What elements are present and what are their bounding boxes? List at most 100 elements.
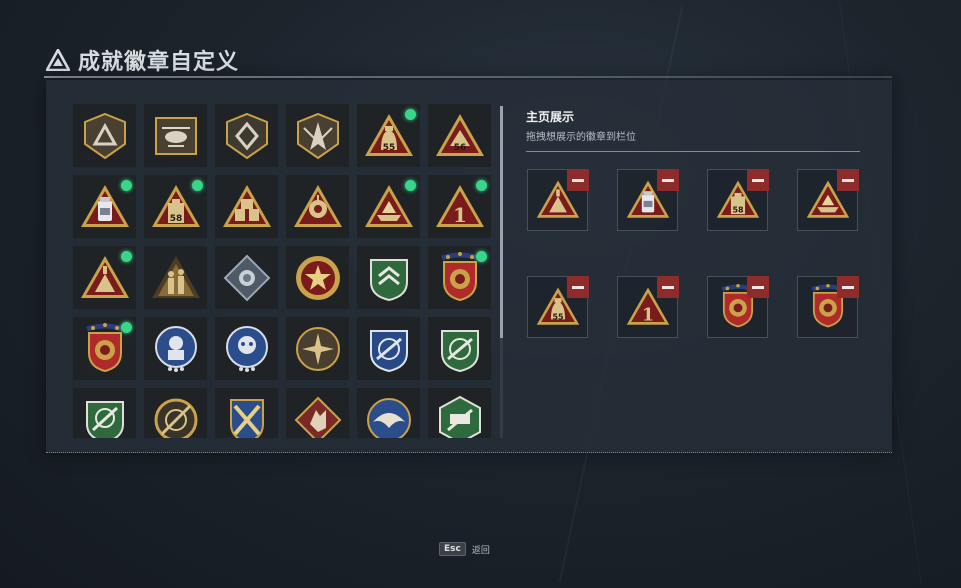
minus-icon xyxy=(572,178,584,182)
minus-icon xyxy=(752,285,764,289)
badge-cell[interactable] xyxy=(357,175,420,238)
shield-triangle-emblem-icon xyxy=(83,112,126,159)
red-wolf-diamond-icon xyxy=(294,396,341,438)
minus-icon xyxy=(842,285,854,289)
new-indicator-dot xyxy=(121,322,132,333)
shield-wings-emblem-icon xyxy=(296,112,339,159)
badge-customize-panel: 55 56 58 1 主页展示 拖拽想展示的徽章到栏位 58 55 1 xyxy=(46,80,892,453)
svg-text:1: 1 xyxy=(641,304,653,325)
remove-badge-button[interactable] xyxy=(657,169,679,191)
badge-grid-scrollbar[interactable] xyxy=(500,106,503,438)
showcase-slot[interactable] xyxy=(617,169,679,231)
svg-text:58: 58 xyxy=(169,214,182,224)
blue-eagle-round-icon xyxy=(366,397,411,438)
showcase-slot[interactable]: 58 xyxy=(707,169,769,231)
badge-cell[interactable] xyxy=(144,246,207,309)
triangle-flower-icon xyxy=(293,184,342,227)
badge-cell[interactable] xyxy=(428,317,491,380)
minus-icon xyxy=(572,285,584,289)
title-divider xyxy=(44,76,892,78)
remove-badge-button[interactable] xyxy=(837,169,859,191)
showcase-slot[interactable] xyxy=(707,276,769,338)
new-indicator-dot xyxy=(121,251,132,262)
svg-text:55: 55 xyxy=(552,312,563,321)
page-title: 成就徽章自定义 xyxy=(78,50,240,75)
green-arrow-shield-icon xyxy=(440,329,479,372)
round-blue-skull-icon xyxy=(225,325,268,372)
remove-badge-button[interactable] xyxy=(657,276,679,298)
badge-cell[interactable] xyxy=(73,175,136,238)
badge-cell[interactable]: 1 xyxy=(428,175,491,238)
badge-cell[interactable] xyxy=(144,104,207,167)
new-indicator-dot xyxy=(476,180,487,191)
badge-cell[interactable] xyxy=(144,388,207,438)
remove-badge-button[interactable] xyxy=(837,276,859,298)
showcase-slot[interactable] xyxy=(527,169,589,231)
gold-cross-shield-icon xyxy=(229,398,264,438)
green-hex-soldier-icon xyxy=(438,395,481,438)
shield-helicopter-emblem-icon xyxy=(154,116,197,155)
new-indicator-dot xyxy=(192,180,203,191)
remove-badge-button[interactable] xyxy=(567,169,589,191)
remove-badge-button[interactable] xyxy=(567,276,589,298)
badge-cell[interactable] xyxy=(286,104,349,167)
badge-cell[interactable] xyxy=(73,317,136,380)
showcase-slot[interactable]: 55 xyxy=(527,276,589,338)
badge-cell[interactable] xyxy=(357,246,420,309)
round-star-medal-icon xyxy=(295,255,340,300)
badge-cell[interactable] xyxy=(215,246,278,309)
round-blue-soldier-icon xyxy=(154,325,197,372)
badge-cell[interactable] xyxy=(73,104,136,167)
shield-diamond-emblem-icon xyxy=(225,112,268,159)
badge-cell[interactable] xyxy=(428,388,491,438)
green-scope-shield-icon xyxy=(85,400,124,438)
badge-cell[interactable] xyxy=(357,317,420,380)
triangle-56-icon: 56 xyxy=(435,113,484,156)
round-sun-burst-icon xyxy=(295,326,340,371)
badge-cell[interactable] xyxy=(428,246,491,309)
minus-icon xyxy=(662,178,674,182)
badge-cell[interactable] xyxy=(73,388,136,438)
badge-cell[interactable] xyxy=(215,388,278,438)
badge-cell[interactable] xyxy=(286,317,349,380)
badge-cell[interactable] xyxy=(73,246,136,309)
badge-cell[interactable] xyxy=(357,388,420,438)
badge-cell[interactable] xyxy=(215,104,278,167)
showcase-title: 主页展示 xyxy=(526,110,575,124)
badge-cell[interactable] xyxy=(144,317,207,380)
diamond-rose-icon xyxy=(223,254,270,301)
back-button[interactable]: Esc 返回 xyxy=(439,542,490,556)
minus-icon xyxy=(752,178,764,182)
back-label: 返回 xyxy=(471,545,490,556)
showcase-divider xyxy=(526,151,860,152)
blue-arrow-shield-icon xyxy=(369,329,408,372)
badge-cell[interactable] xyxy=(286,388,349,438)
green-chevron-shield-icon xyxy=(369,258,408,301)
gold-scope-ring-icon xyxy=(154,398,197,438)
badge-cell[interactable]: 58 xyxy=(144,175,207,238)
badge-grid[interactable]: 55 56 58 1 xyxy=(73,104,493,438)
badge-cell[interactable] xyxy=(286,175,349,238)
triangle-soldiers-icon xyxy=(151,255,200,298)
remove-badge-button[interactable] xyxy=(747,276,769,298)
showcase-slot[interactable] xyxy=(797,276,859,338)
badge-cell[interactable] xyxy=(215,175,278,238)
showcase-slot[interactable]: 1 xyxy=(617,276,679,338)
badge-cell[interactable] xyxy=(286,246,349,309)
svg-text:55: 55 xyxy=(382,143,395,153)
new-indicator-dot xyxy=(405,109,416,120)
scrollbar-thumb[interactable] xyxy=(500,106,503,338)
triangle-logo-icon xyxy=(46,49,70,71)
svg-text:58: 58 xyxy=(732,205,744,214)
badge-cell[interactable]: 56 xyxy=(428,104,491,167)
badge-cell[interactable]: 55 xyxy=(357,104,420,167)
svg-text:56: 56 xyxy=(453,143,466,153)
badge-cell[interactable] xyxy=(215,317,278,380)
new-indicator-dot xyxy=(121,180,132,191)
esc-key-icon: Esc xyxy=(439,542,466,556)
remove-badge-button[interactable] xyxy=(747,169,769,191)
showcase-subtitle: 拖拽想展示的徽章到栏位 xyxy=(526,132,636,143)
new-indicator-dot xyxy=(476,251,487,262)
showcase-slot[interactable] xyxy=(797,169,859,231)
showcase-header: 主页展示 拖拽想展示的徽章到栏位 xyxy=(526,108,860,152)
